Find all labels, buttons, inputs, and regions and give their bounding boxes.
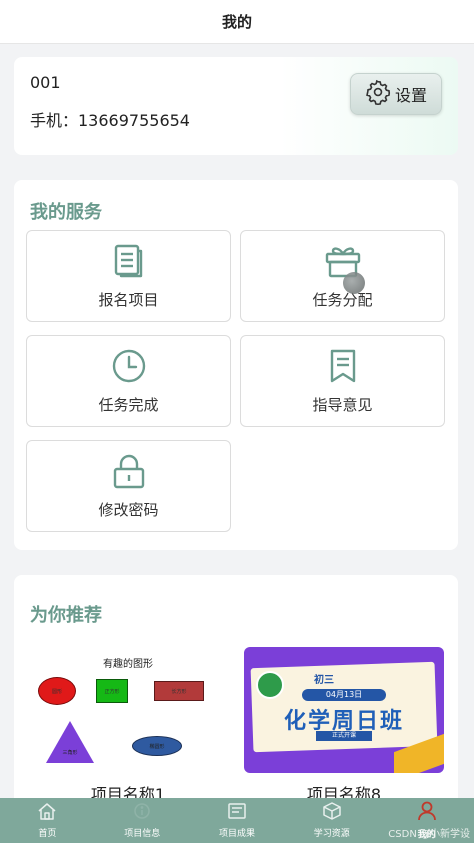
- banner-date: 04月13日: [302, 689, 386, 701]
- page-title: 我的: [221, 13, 252, 31]
- banner-tag: 正式开课: [316, 731, 372, 741]
- cube-icon: [322, 802, 342, 824]
- service-label: 任务分配: [312, 290, 373, 309]
- recommend-card[interactable]: 有趣的图形 圆形 正方形 长方形 三角形 椭圆形 项目名称1: [28, 647, 228, 805]
- user-phone: 手机：13669755654: [30, 111, 190, 130]
- document-icon: [112, 243, 146, 279]
- user-id: 001: [30, 73, 61, 92]
- lock-icon: [112, 453, 146, 489]
- tab-label: 首页: [38, 829, 57, 839]
- tab-label: 项目信息: [124, 829, 161, 839]
- tab-home[interactable]: 首页: [0, 798, 95, 843]
- triangle-shape: [46, 721, 94, 763]
- service-task-complete[interactable]: 任务完成: [26, 335, 231, 427]
- tab-label: 项目成果: [218, 829, 255, 839]
- my-services-section: 我的服务 报名项目 任务分配 任务完成 指导意见 修改密码: [14, 180, 458, 550]
- service-signup-projects[interactable]: 报名项目: [26, 230, 231, 322]
- tab-learning-resources[interactable]: 学习资源: [284, 798, 379, 843]
- touch-cursor: [343, 272, 365, 294]
- settings-button[interactable]: 设置: [350, 73, 442, 115]
- watermark: CSDN @小新学设: [388, 829, 470, 840]
- service-change-password[interactable]: 修改密码: [26, 440, 231, 532]
- gear-icon: [365, 79, 391, 109]
- clock-icon: [111, 348, 147, 384]
- tab-project-info[interactable]: 项目信息: [95, 798, 190, 843]
- service-guidance[interactable]: 指导意见: [240, 335, 445, 427]
- square-shape: 正方形: [96, 679, 128, 703]
- services-title: 我的服务: [30, 202, 102, 223]
- rectangle-shape: 长方形: [154, 681, 204, 701]
- recommend-title: 为你推荐: [30, 605, 102, 626]
- circle-shape: 圆形: [38, 677, 76, 705]
- bookmark-icon: [328, 348, 358, 384]
- user-card: 001 手机：13669755654 设置: [14, 57, 458, 155]
- tab-project-results[interactable]: 项目成果: [190, 798, 285, 843]
- service-label: 指导意见: [312, 395, 373, 414]
- settings-label: 设置: [394, 86, 427, 105]
- badge-icon: [256, 671, 284, 699]
- user-icon: [417, 801, 437, 825]
- ellipse-shape: 椭圆形: [132, 736, 182, 756]
- service-label: 任务完成: [98, 395, 159, 414]
- info-icon: [132, 802, 152, 824]
- header: 我的: [0, 0, 474, 44]
- tab-label: 学习资源: [313, 829, 350, 839]
- banner-grade: 初三: [314, 675, 334, 686]
- service-label: 报名项目: [98, 290, 159, 309]
- image-heading: 有趣的图形: [103, 659, 153, 670]
- service-task-assignment[interactable]: 任务分配: [240, 230, 445, 322]
- recommend-section: 为你推荐 有趣的图形 圆形 正方形 长方形 三角形 椭圆形 项目名称1 初三 0…: [14, 575, 458, 805]
- results-icon: [227, 802, 247, 824]
- recommend-card[interactable]: 初三 04月13日 化学周日班 正式开课 项目名称8: [244, 647, 444, 805]
- chemistry-banner-image: 初三 04月13日 化学周日班 正式开课: [244, 647, 444, 773]
- service-label: 修改密码: [98, 500, 159, 519]
- home-icon: [37, 802, 57, 824]
- shapes-image: 有趣的图形 圆形 正方形 长方形 三角形 椭圆形: [28, 647, 228, 773]
